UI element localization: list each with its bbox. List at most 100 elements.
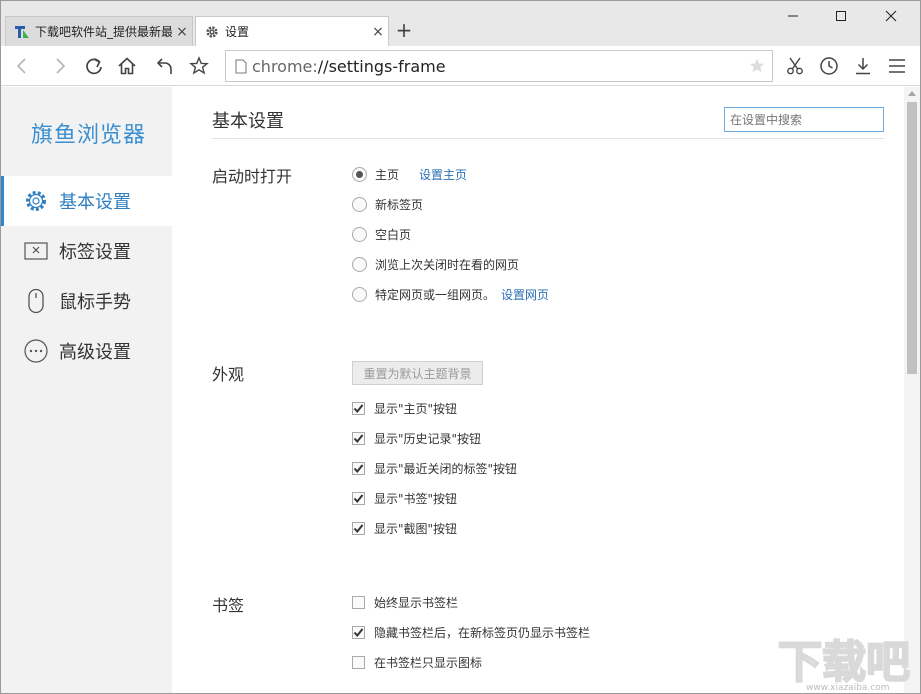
section-appearance-label: 外观 (212, 361, 244, 385)
tab-xiazaiba[interactable]: 下载吧软件站_提供最新最 × (5, 16, 193, 46)
svg-text:下载吧: 下载吧 (778, 637, 910, 688)
gear-icon (23, 188, 49, 214)
toolbar: chrome://settings-frame (1, 46, 920, 86)
tab-title: 设置 (225, 23, 368, 40)
title-divider (212, 138, 884, 139)
checkbox-icons-only[interactable]: 在书签栏只显示图标 (352, 652, 482, 672)
tab-close-icon (23, 238, 49, 264)
address-bar[interactable]: chrome://settings-frame (225, 50, 773, 82)
section-startup-label: 启动时打开 (212, 163, 292, 187)
startup-option-homepage[interactable]: 主页 设置主页 (352, 164, 467, 184)
tab-strip: 下载吧软件站_提供最新最 × 设置 × + (1, 1, 920, 46)
startup-option-restore[interactable]: 浏览上次关闭时在看的网页 (352, 254, 519, 274)
checkbox-show-bar-on-new-tab[interactable]: 隐藏书签栏后，在新标签页仍显示书签栏 (352, 622, 590, 642)
radio-button[interactable] (352, 227, 367, 242)
checkbox-show-home[interactable]: 显示"主页"按钮 (352, 398, 457, 418)
startup-option-specific-pages[interactable]: 特定网页或一组网页。 设置网页 (352, 284, 549, 304)
checkbox-show-recent-closed[interactable]: 显示"最近关闭的标签"按钮 (352, 458, 517, 478)
checkbox[interactable] (352, 402, 365, 415)
bookmark-star-button[interactable] (186, 54, 212, 78)
clock-icon (819, 56, 839, 76)
scrollbar-thumb[interactable] (907, 102, 917, 374)
section-bookmarks-label: 书签 (212, 592, 244, 616)
sidebar-item-basic[interactable]: 基本设置 (1, 176, 172, 226)
checkmark-icon (353, 463, 364, 474)
option-label: 始终显示书签栏 (374, 594, 458, 611)
tab-close-button[interactable]: × (368, 24, 388, 40)
reload-icon (84, 56, 104, 76)
checkbox[interactable] (352, 596, 365, 609)
sidebar-item-label: 标签设置 (59, 238, 131, 264)
radio-button[interactable] (352, 197, 367, 212)
radio-button[interactable] (352, 167, 367, 182)
page-icon (230, 59, 252, 74)
sidebar-item-label: 高级设置 (59, 338, 131, 364)
svg-text:www.xiazaiba.com: www.xiazaiba.com (806, 683, 890, 693)
minimize-button[interactable] (769, 1, 817, 31)
checkbox[interactable] (352, 656, 365, 669)
option-label: 主页 (375, 166, 399, 183)
forward-icon (53, 57, 67, 75)
settings-content: 基本设置 启动时打开 主页 设置主页 新标签页 空白页 浏览上次关闭时在看的网页… (172, 87, 904, 694)
star-icon[interactable] (748, 57, 766, 79)
menu-icon (888, 58, 906, 74)
gear-icon (204, 24, 220, 40)
checkbox-always-show-bookmark-bar[interactable]: 始终显示书签栏 (352, 592, 458, 612)
history-button[interactable] (816, 54, 842, 78)
reload-button[interactable] (81, 54, 107, 78)
site-favicon-icon (14, 24, 30, 40)
checkbox-show-bookmarks[interactable]: 显示"书签"按钮 (352, 488, 457, 508)
set-pages-link[interactable]: 设置网页 (501, 286, 549, 303)
new-tab-button[interactable]: + (394, 18, 414, 42)
option-label: 显示"书签"按钮 (374, 490, 457, 507)
checkbox[interactable] (352, 462, 365, 475)
minimize-icon (787, 10, 799, 22)
download-button[interactable] (850, 54, 876, 78)
mouse-icon (23, 288, 49, 314)
checkbox[interactable] (352, 522, 365, 535)
checkbox-show-screenshot[interactable]: 显示"截图"按钮 (352, 518, 457, 538)
startup-option-new-tab[interactable]: 新标签页 (352, 194, 423, 214)
scroll-up-arrow-icon[interactable] (908, 91, 916, 96)
radio-button[interactable] (352, 287, 367, 302)
radio-button[interactable] (352, 257, 367, 272)
checkmark-icon (353, 523, 364, 534)
maximize-button[interactable] (817, 1, 865, 31)
star-icon (189, 56, 209, 76)
vertical-scrollbar[interactable] (904, 87, 920, 693)
option-label: 显示"历史记录"按钮 (374, 430, 481, 447)
sidebar-item-label: 基本设置 (59, 188, 131, 214)
close-window-button[interactable] (867, 1, 915, 31)
checkbox[interactable] (352, 626, 365, 639)
brand-title: 旗鱼浏览器 (31, 117, 146, 149)
screenshot-button[interactable] (782, 54, 808, 78)
sidebar-item-advanced[interactable]: 高级设置 (1, 326, 172, 376)
forward-button[interactable] (47, 54, 73, 78)
home-button[interactable] (114, 54, 140, 78)
checkbox[interactable] (352, 492, 365, 505)
sidebar-item-mouse-gesture[interactable]: 鼠标手势 (1, 276, 172, 326)
settings-search-input[interactable] (724, 107, 884, 132)
checkbox[interactable] (352, 432, 365, 445)
menu-button[interactable] (884, 54, 910, 78)
option-label: 在书签栏只显示图标 (374, 654, 482, 671)
back-icon (15, 57, 29, 75)
option-label: 显示"最近关闭的标签"按钮 (374, 460, 517, 477)
option-label: 浏览上次关闭时在看的网页 (375, 256, 519, 273)
startup-option-blank[interactable]: 空白页 (352, 224, 411, 244)
back-button[interactable] (9, 54, 35, 78)
download-icon (853, 56, 873, 76)
undo-close-tab-button[interactable] (151, 54, 177, 78)
checkbox-show-history[interactable]: 显示"历史记录"按钮 (352, 428, 481, 448)
sidebar-item-tabs[interactable]: 标签设置 (1, 226, 172, 276)
tab-settings[interactable]: 设置 × (195, 16, 389, 46)
option-label: 隐藏书签栏后，在新标签页仍显示书签栏 (374, 624, 590, 641)
reset-theme-button[interactable]: 重置为默认主题背景 (352, 361, 483, 385)
undo-icon (154, 56, 174, 76)
checkmark-icon (353, 627, 364, 638)
url-text[interactable]: chrome://settings-frame (252, 57, 446, 76)
tab-close-button[interactable]: × (172, 24, 192, 40)
option-label: 显示"截图"按钮 (374, 520, 457, 537)
watermark-logo: 下载吧 www.xiazaiba.com (776, 627, 916, 693)
set-homepage-link[interactable]: 设置主页 (419, 166, 467, 183)
